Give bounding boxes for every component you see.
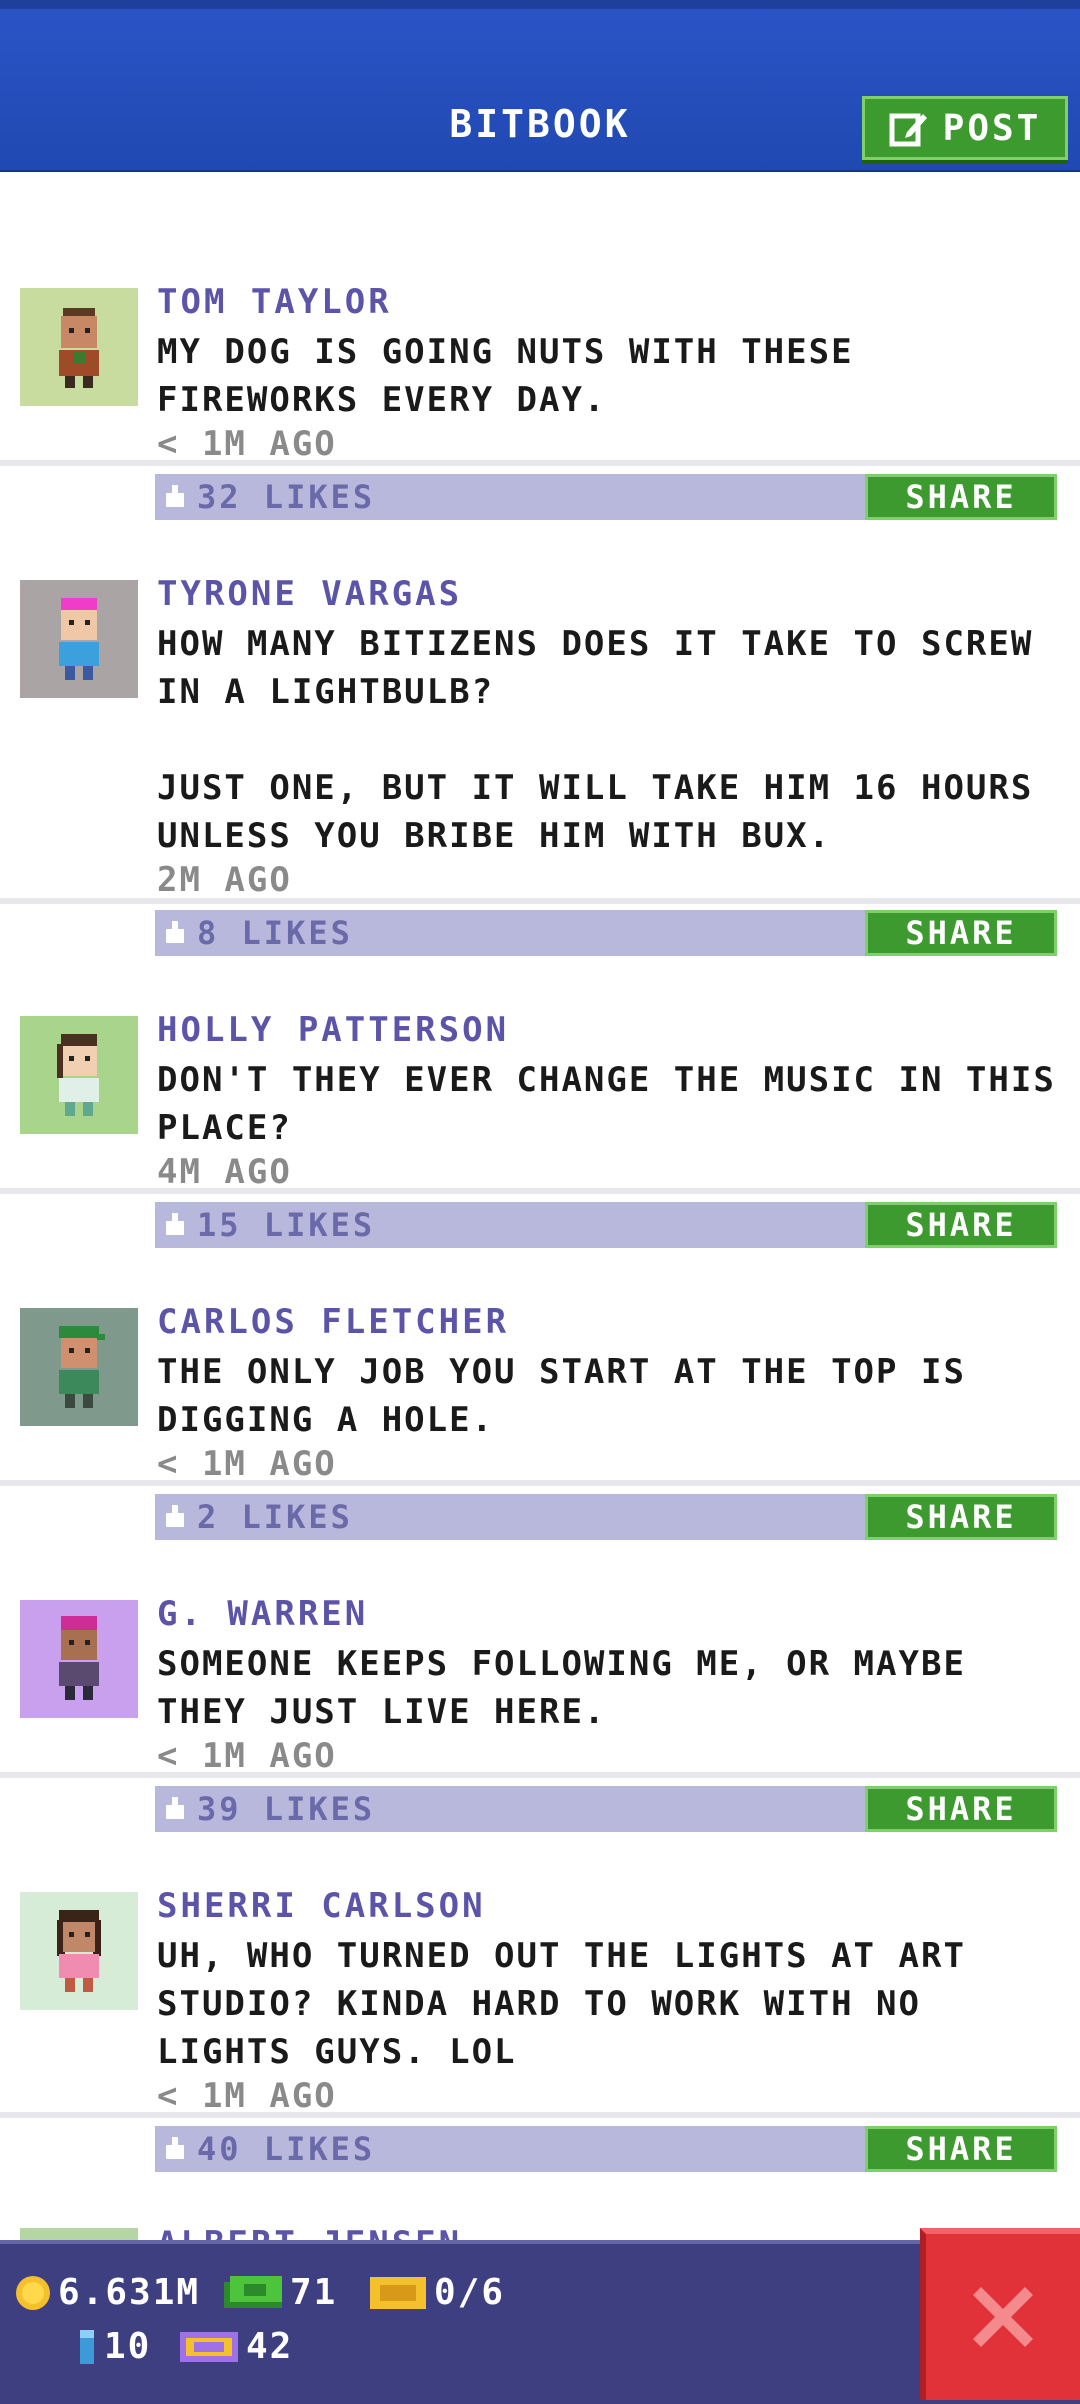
- top-bar: BITBOOK POST: [0, 0, 1080, 172]
- likes-bar[interactable]: 39 LIKES: [155, 1786, 865, 1832]
- share-button[interactable]: SHARE: [865, 910, 1057, 956]
- avatar: [20, 580, 138, 698]
- likes-count: 15 LIKES: [197, 1206, 376, 1244]
- bux-value: 71: [290, 2272, 338, 2313]
- post-author[interactable]: CARLOS FLETCHER: [157, 1302, 509, 1342]
- feed-post: CARLOS FLETCHER THE ONLY JOB YOU START A…: [0, 1284, 1080, 1540]
- bitizens-stat: 10: [76, 2326, 151, 2367]
- bitizen-icon: [80, 2329, 94, 2364]
- like-icon: [161, 1795, 189, 1823]
- post-author[interactable]: SHERRI CARLSON: [157, 1886, 486, 1926]
- post-text: DON'T THEY EVER CHANGE THE MUSIC IN THIS…: [157, 1060, 1056, 1148]
- likes-bar[interactable]: 40 LIKES: [155, 2126, 865, 2172]
- post-author[interactable]: G. WARREN: [157, 1594, 368, 1634]
- likes-bar[interactable]: 2 LIKES: [155, 1494, 865, 1540]
- likes-count: 32 LIKES: [197, 478, 376, 516]
- close-icon: [973, 2287, 1033, 2347]
- share-button[interactable]: SHARE: [865, 1786, 1057, 1832]
- like-icon: [161, 1211, 189, 1239]
- likes-bar[interactable]: 8 LIKES: [155, 910, 865, 956]
- edit-icon: [889, 113, 927, 147]
- post-text: HOW MANY BITIZENS DOES IT TAKE TO SCREW …: [157, 624, 1034, 856]
- likes-count: 2 LIKES: [197, 1498, 353, 1536]
- ticket-icon: [370, 2276, 426, 2309]
- post-time: < 1M AGO: [157, 2076, 337, 2116]
- coins-stat: 6.631M: [14, 2272, 200, 2313]
- feed-post: TYRONE VARGAS HOW MANY BITIZENS DOES IT …: [0, 556, 1080, 956]
- post-time: 2M AGO: [157, 860, 292, 900]
- coins-value: 6.631M: [58, 2272, 201, 2313]
- post-author[interactable]: TOM TAYLOR: [157, 282, 392, 322]
- post-time: < 1M AGO: [157, 1444, 337, 1484]
- post-time: < 1M AGO: [157, 424, 337, 464]
- avatar: [20, 1600, 138, 1718]
- feed[interactable]: TOM TAYLOR MY DOG IS GOING NUTS WITH THE…: [0, 170, 1080, 2240]
- like-icon: [161, 483, 189, 511]
- tickets-value: 0/6: [434, 2272, 506, 2313]
- close-button[interactable]: [920, 2228, 1080, 2400]
- vip-stat: 42: [178, 2326, 293, 2367]
- share-button[interactable]: SHARE: [865, 2126, 1057, 2172]
- bux-icon: [224, 2275, 282, 2308]
- post-time: 4M AGO: [157, 1152, 292, 1192]
- avatar: [20, 288, 138, 406]
- likes-bar[interactable]: 15 LIKES: [155, 1202, 865, 1248]
- post-button[interactable]: POST: [862, 96, 1068, 160]
- post-author[interactable]: HOLLY PATTERSON: [157, 1010, 509, 1050]
- coin-icon: [16, 2275, 50, 2310]
- share-button[interactable]: SHARE: [865, 474, 1057, 520]
- share-button[interactable]: SHARE: [865, 1202, 1057, 1248]
- share-button[interactable]: SHARE: [865, 1494, 1057, 1540]
- bitizens-value: 10: [104, 2326, 152, 2367]
- feed-post: HOLLY PATTERSON DON'T THEY EVER CHANGE T…: [0, 992, 1080, 1248]
- feed-post: G. WARREN SOMEONE KEEPS FOLLOWING ME, OR…: [0, 1576, 1080, 1832]
- post-time: < 1M AGO: [157, 1736, 337, 1776]
- post-author[interactable]: TYRONE VARGAS: [157, 574, 462, 614]
- vip-icon: [180, 2331, 238, 2362]
- like-icon: [161, 2135, 189, 2163]
- likes-bar[interactable]: 32 LIKES: [155, 474, 865, 520]
- avatar: [20, 1308, 138, 1426]
- likes-count: 8 LIKES: [197, 914, 353, 952]
- tickets-stat: 0/6: [368, 2272, 505, 2313]
- feed-post: SHERRI CARLSON UH, WHO TURNED OUT THE LI…: [0, 1868, 1080, 2172]
- feed-post: TOM TAYLOR MY DOG IS GOING NUTS WITH THE…: [0, 264, 1080, 520]
- like-icon: [161, 919, 189, 947]
- like-icon: [161, 1503, 189, 1531]
- likes-count: 40 LIKES: [197, 2130, 376, 2168]
- post-text: SOMEONE KEEPS FOLLOWING ME, OR MAYBE THE…: [157, 1644, 966, 1732]
- avatar: [20, 2228, 138, 2240]
- post-text: UH, WHO TURNED OUT THE LIGHTS AT ART STU…: [157, 1936, 966, 2072]
- vip-value: 42: [246, 2326, 294, 2367]
- avatar: [20, 1016, 138, 1134]
- post-text: THE ONLY JOB YOU START AT THE TOP IS DIG…: [157, 1352, 966, 1440]
- post-button-label: POST: [942, 107, 1042, 149]
- avatar: [20, 1892, 138, 2010]
- bux-stat: 71: [222, 2272, 337, 2313]
- post-text: MY DOG IS GOING NUTS WITH THESE FIREWORK…: [157, 332, 854, 420]
- likes-count: 39 LIKES: [197, 1790, 376, 1828]
- status-bar: 6.631M 71 0/6 10 42: [0, 2240, 1080, 2404]
